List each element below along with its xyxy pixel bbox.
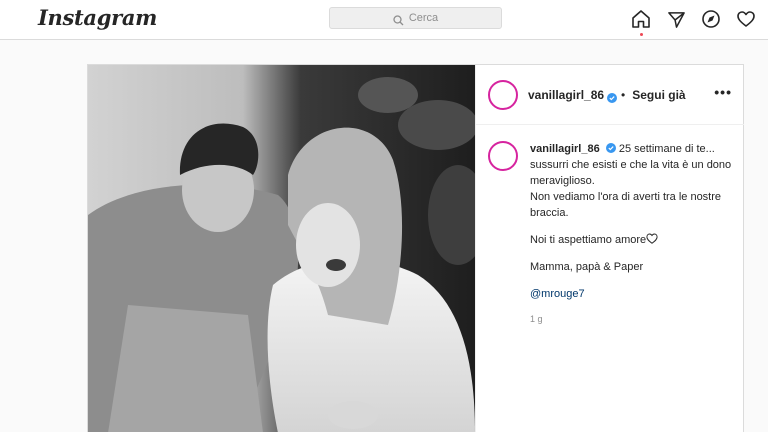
caption-line-3: Non vediamo l'ora di averti tra le nostr… [530,191,722,219]
top-navigation-bar: Instagram Cerca [0,0,768,40]
paper-plane-icon[interactable] [665,8,687,30]
heart-icon[interactable] [735,8,757,30]
mention-link[interactable]: @mrouge7 [530,286,736,302]
notification-dot [640,33,643,36]
instagram-logo[interactable]: Instagram [38,5,157,30]
compass-icon[interactable] [700,8,722,30]
post-sidebar: vanillagirl_86 • Segui già ••• vanillagi… [475,65,744,432]
home-icon[interactable] [630,8,652,36]
caption-line-4: Noi ti aspettiamo amore [530,234,647,246]
avatar[interactable] [488,79,518,110]
post-photo[interactable] [88,65,475,432]
caption-text: vanillagirl_86 25 settimane di te... sus… [530,141,736,302]
post-time[interactable]: 1 g [530,314,736,324]
search-icon [393,13,404,25]
post-caption: vanillagirl_86 25 settimane di te... sus… [488,141,736,324]
verified-badge-icon [605,142,616,153]
caption-line-5: Mamma, papà & Paper [530,261,644,273]
post-username[interactable]: vanillagirl_86 [528,88,604,102]
caption-avatar[interactable] [488,141,518,171]
following-button[interactable]: Segui già [632,88,685,102]
nav-icons [630,8,757,36]
caption-username[interactable]: vanillagirl_86 [530,143,600,155]
caption-line-1: 25 settimane di te... [618,143,715,155]
post-card: vanillagirl_86 • Segui già ••• vanillagi… [87,64,744,432]
search-placeholder: Cerca [408,12,439,24]
more-options-icon[interactable]: ••• [714,85,732,99]
verified-badge-icon [607,90,618,103]
heart-outline-icon [646,233,658,246]
separator-dot: • [621,87,626,102]
search-input[interactable]: Cerca [329,7,502,29]
caption-line-2: sussurri che esisti e che la vita è un d… [530,159,732,187]
post-header: vanillagirl_86 • Segui già ••• [476,65,744,125]
